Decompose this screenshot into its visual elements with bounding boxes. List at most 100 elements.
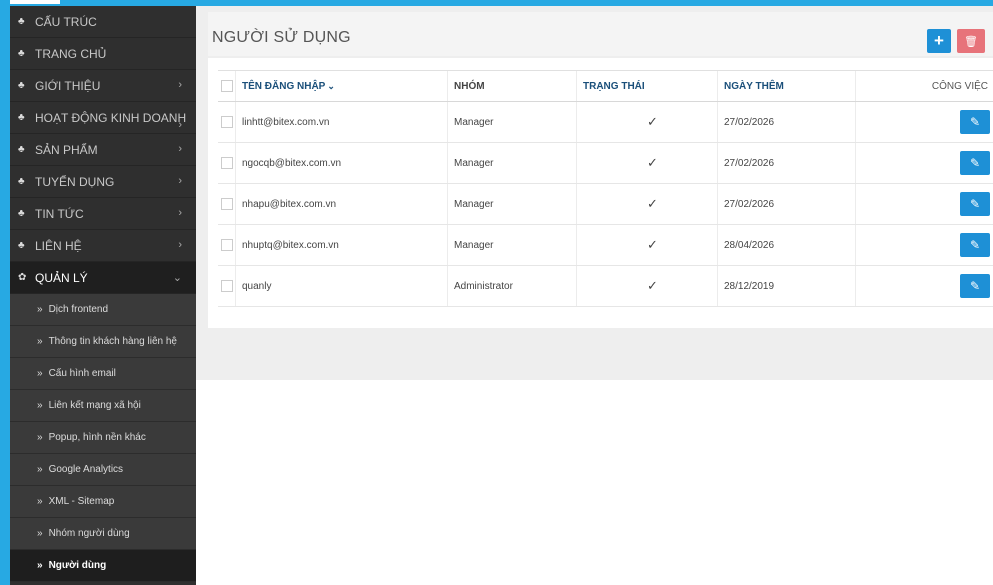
sidebar-item-gioi-thieu[interactable]: ♣ GIỚI THIỆU › [10, 70, 196, 102]
status-check-icon: ✓ [647, 196, 658, 211]
table-row: linhtt@bitex.com.vn Manager ✓ 27/02/2026… [218, 102, 993, 143]
sidebar-item-hoat-dong-kinh-doanh[interactable]: ♣ HOẠT ĐỘNG KINH DOANH › [10, 102, 196, 134]
select-all-checkbox[interactable] [220, 80, 233, 92]
trash-icon: 🗑 [964, 35, 978, 48]
sitemap-icon: ♣ [18, 176, 25, 187]
sitemap-icon: ♣ [18, 80, 25, 91]
cell-username: quanly [236, 266, 448, 306]
edit-button[interactable]: ✎ [960, 233, 990, 257]
main-content: NGƯỜI SỬ DỤNG + 🗑 TÊN ĐĂNG NHẬP ⌄ NHÓM TR… [196, 6, 993, 380]
chevron-down-icon: ⌄ [172, 272, 182, 284]
double-chevron-icon: » [37, 464, 43, 475]
cell-group: Manager [448, 102, 577, 142]
status-check-icon: ✓ [647, 237, 658, 252]
sidebar-item-tin-tuc[interactable]: ♣ TIN TỨC › [10, 198, 196, 230]
sidebar-item-cau-truc[interactable]: ♣ CẤU TRÚC [10, 6, 196, 38]
column-header-group: NHÓM [448, 71, 577, 101]
row-checkbox[interactable] [220, 157, 233, 169]
row-checkbox[interactable] [220, 116, 233, 128]
sidebar-item-quan-ly[interactable]: ✿ QUẢN LÝ ⌄ [10, 262, 196, 294]
pencil-icon: ✎ [969, 238, 981, 252]
sitemap-icon: ♣ [18, 208, 25, 219]
submenu-item-label: Người dùng [48, 560, 107, 571]
column-header-date-added[interactable]: NGÀY THÊM [718, 71, 856, 101]
row-checkbox[interactable] [220, 239, 233, 251]
submenu-item-dich-frontend[interactable]: » Dịch frontend [10, 294, 196, 326]
chevron-right-icon: › [178, 79, 182, 91]
row-checkbox[interactable] [220, 198, 233, 210]
table-row: nhuptq@bitex.com.vn Manager ✓ 28/04/2026… [218, 225, 993, 266]
column-header-status[interactable]: TRẠNG THÁI [577, 71, 718, 101]
chevron-right-icon: › [178, 143, 182, 155]
sidebar-item-trang-chu[interactable]: ♣ TRANG CHỦ [10, 38, 196, 70]
double-chevron-icon: » [37, 560, 43, 571]
edit-button[interactable]: ✎ [960, 110, 990, 134]
submenu-item-label: Popup, hình nền khác [48, 432, 146, 443]
row-checkbox[interactable] [220, 280, 233, 292]
double-chevron-icon: » [37, 400, 43, 411]
pencil-icon: ✎ [969, 279, 981, 293]
submenu-item-label: Google Analytics [48, 464, 124, 475]
submenu-item-google-analytics[interactable]: » Google Analytics [10, 454, 196, 486]
pencil-icon: ✎ [969, 156, 981, 170]
status-check-icon: ✓ [647, 155, 658, 170]
edit-button[interactable]: ✎ [960, 151, 990, 175]
sidebar-item-label: QUẢN LÝ [35, 270, 88, 285]
sitemap-icon: ♣ [18, 144, 25, 155]
submenu-item-nguoi-dung[interactable]: » Người dùng [10, 550, 196, 582]
sidebar-item-label: TIN TỨC [35, 206, 84, 221]
cell-group: Manager [448, 143, 577, 183]
submenu-item-nhom-nguoi-dung[interactable]: » Nhóm người dùng [10, 518, 196, 550]
column-header-actions: CÔNG VIỆC [931, 80, 988, 92]
status-check-icon: ✓ [647, 114, 658, 129]
double-chevron-icon: » [37, 336, 43, 347]
delete-button[interactable]: 🗑 [957, 29, 985, 53]
cell-date-added: 27/02/2026 [718, 184, 856, 224]
sidebar-item-label: TRANG CHỦ [35, 46, 107, 61]
column-header-username[interactable]: TÊN ĐĂNG NHẬP ⌄ [236, 71, 448, 101]
double-chevron-icon: » [37, 432, 43, 443]
table-header-row: TÊN ĐĂNG NHẬP ⌄ NHÓM TRẠNG THÁI NGÀY THÊM… [218, 71, 993, 102]
submenu-item-cau-hinh-email[interactable]: » Cấu hình email [10, 358, 196, 390]
table-row: ngocqb@bitex.com.vn Manager ✓ 27/02/2026… [218, 143, 993, 184]
table-row: nhapu@bitex.com.vn Manager ✓ 27/02/2026 … [218, 184, 993, 225]
submenu-item-popup[interactable]: » Popup, hình nền khác [10, 422, 196, 454]
pencil-icon: ✎ [969, 197, 981, 211]
double-chevron-icon: » [37, 304, 43, 315]
double-chevron-icon: » [37, 528, 43, 539]
sidebar: ♣ CẤU TRÚC ♣ TRANG CHỦ ♣ GIỚI THIỆU › ♣ … [10, 6, 196, 585]
users-table: TÊN ĐĂNG NHẬP ⌄ NHÓM TRẠNG THÁI NGÀY THÊM… [218, 70, 993, 307]
chevron-down-icon: ⌄ [327, 80, 335, 91]
sitemap-icon: ♣ [18, 16, 25, 27]
sidebar-item-label: LIÊN HỆ [35, 238, 82, 253]
cell-date-added: 28/04/2026 [718, 225, 856, 265]
edit-button[interactable]: ✎ [960, 192, 990, 216]
edit-button[interactable]: ✎ [960, 274, 990, 298]
sitemap-icon: ♣ [18, 112, 25, 123]
chevron-right-icon: › [178, 119, 182, 131]
sidebar-item-label: CẤU TRÚC [35, 14, 97, 29]
sidebar-item-tuyen-dung[interactable]: ♣ TUYỂN DỤNG › [10, 166, 196, 198]
sidebar-item-san-pham[interactable]: ♣ SẢN PHẨM › [10, 134, 196, 166]
sidebar-item-lien-he[interactable]: ♣ LIÊN HỆ › [10, 230, 196, 262]
cell-date-added: 27/02/2026 [718, 102, 856, 142]
submenu-item-xml-sitemap[interactable]: » XML - Sitemap [10, 486, 196, 518]
cell-group: Manager [448, 225, 577, 265]
plus-icon: + [934, 31, 944, 50]
submenu-item-label: XML - Sitemap [48, 496, 115, 507]
status-check-icon: ✓ [647, 278, 658, 293]
submenu-item-label: Nhóm người dùng [48, 528, 130, 539]
submenu-item-lien-ket-mang-xa-hoi[interactable]: » Liên kết mạng xã hội [10, 390, 196, 422]
table-row: quanly Administrator ✓ 28/12/2019 ✎ [218, 266, 993, 307]
double-chevron-icon: » [37, 496, 43, 507]
sidebar-item-label: HOẠT ĐỘNG KINH DOANH [35, 110, 187, 125]
submenu-item-thong-tin-khach-hang[interactable]: » Thông tin khách hàng liên hệ [10, 326, 196, 358]
select-all-cell [218, 71, 236, 101]
page-title: NGƯỜI SỬ DỤNG [212, 29, 351, 46]
cell-date-added: 28/12/2019 [718, 266, 856, 306]
add-user-button[interactable]: + [927, 29, 951, 53]
submenu-item-label: Dịch frontend [48, 304, 109, 315]
submenu-item-label: Liên kết mạng xã hội [48, 400, 141, 411]
submenu-item-label: Cấu hình email [48, 368, 116, 379]
users-table-panel: TÊN ĐĂNG NHẬP ⌄ NHÓM TRẠNG THÁI NGÀY THÊM… [208, 58, 993, 328]
